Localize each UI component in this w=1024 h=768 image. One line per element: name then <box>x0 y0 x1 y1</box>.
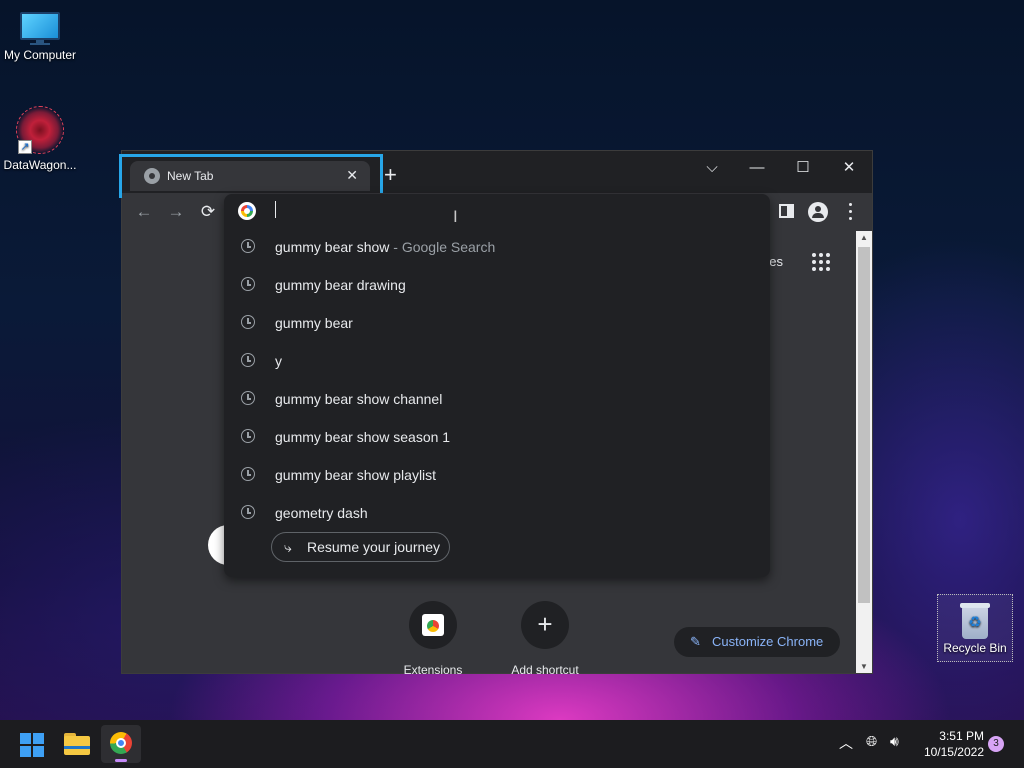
clock-date: 10/15/2022 <box>923 745 984 759</box>
clock-time: 3:51 PM <box>939 729 984 743</box>
scroll-up-icon[interactable]: ▲ <box>860 233 868 242</box>
desktop-icon-my-computer[interactable]: My Computer <box>0 10 80 62</box>
datawagon-icon: ↗ <box>16 106 64 154</box>
history-clock-icon <box>241 467 255 481</box>
apps-grid-icon[interactable] <box>812 253 830 271</box>
history-clock-icon <box>241 239 255 253</box>
history-clock-icon <box>241 277 255 291</box>
file-explorer-icon[interactable] <box>64 733 90 755</box>
new-tab-button[interactable]: + <box>384 163 397 187</box>
recycle-bin-icon: ♻ <box>960 601 990 639</box>
chrome-icon <box>110 732 132 754</box>
shortcut-add[interactable]: + Add shortcut <box>500 601 590 677</box>
chrome-taskbar-button[interactable] <box>101 725 141 763</box>
shortcut-label: Extensions <box>403 663 463 677</box>
omnibox-input[interactable]: I <box>224 194 770 228</box>
extensions-icon <box>422 614 444 636</box>
monitor-icon <box>18 10 62 45</box>
suggestion-item[interactable]: gummy bear show - Google Search <box>224 228 770 266</box>
suggestion-item[interactable]: gummy bear <box>224 304 770 342</box>
shortcut-extensions[interactable]: Extensions <box>388 601 478 677</box>
scroll-down-icon[interactable]: ▼ <box>860 662 868 671</box>
tab-search-button[interactable]: ⌵ <box>689 155 735 181</box>
plus-icon: + <box>537 609 553 639</box>
shortcut-arrow-icon: ↗ <box>18 140 32 154</box>
desktop-icon-label: My Computer <box>3 48 77 62</box>
scrollbar-thumb[interactable] <box>858 247 870 603</box>
tab-highlight-box <box>119 154 383 198</box>
reload-button[interactable]: ⟳ <box>197 201 219 223</box>
desktop-icon-label: DataWagon... <box>3 158 77 172</box>
suggestion-item[interactable]: geometry dash <box>224 494 770 532</box>
suggestion-item[interactable]: gummy bear show playlist <box>224 456 770 494</box>
resume-journey-chip[interactable]: ⤷ Resume your journey <box>271 532 450 562</box>
forward-button[interactable]: → <box>165 201 187 223</box>
desktop-icon-label: Recycle Bin <box>943 641 1007 655</box>
notification-badge[interactable]: 3 <box>988 736 1004 752</box>
desktop-icon-datawagon[interactable]: ↗ DataWagon... <box>0 106 80 172</box>
suggestion-item[interactable]: gummy bear show season 1 <box>224 418 770 456</box>
show-hidden-icons-chevron-icon[interactable]: ︿ <box>839 733 853 753</box>
page-scrollbar[interactable]: ▲ ▼ <box>856 231 872 673</box>
suggestion-text: gummy bear show season 1 <box>275 429 451 445</box>
taskbar: ︿ 🌐︎ 🔊︎ 3:51 PM 10/15/2022 3 <box>0 720 1024 768</box>
omnibox-dropdown: I gummy bear show - Google Search gummy … <box>224 194 770 577</box>
speaker-icon[interactable]: 🔊︎ <box>890 733 899 750</box>
suggestion-text: gummy bear drawing <box>275 277 406 293</box>
side-panel-icon[interactable] <box>779 204 794 218</box>
customize-chrome-button[interactable]: ✎ Customize Chrome <box>674 627 840 657</box>
history-clock-icon <box>241 315 255 329</box>
ibeam-cursor-icon: I <box>453 207 458 226</box>
history-clock-icon <box>241 505 255 519</box>
profile-avatar-icon[interactable] <box>808 202 828 222</box>
menu-kebab-icon[interactable] <box>849 203 853 221</box>
back-button[interactable]: ← <box>133 201 155 223</box>
customize-chrome-label: Customize Chrome <box>712 634 824 649</box>
maximize-button[interactable]: ☐ <box>780 155 826 181</box>
google-logo-icon <box>238 202 256 220</box>
shortcut-label: Add shortcut <box>511 663 579 677</box>
history-clock-icon <box>241 353 255 367</box>
active-indicator <box>115 759 127 762</box>
suggestion-text: geometry dash <box>275 505 368 521</box>
suggestion-list: gummy bear show - Google Search gummy be… <box>224 228 770 532</box>
network-globe-icon[interactable]: 🌐︎ <box>866 733 877 750</box>
history-clock-icon <box>241 391 255 405</box>
pencil-icon: ✎ <box>690 634 701 649</box>
close-window-button[interactable]: ✕ <box>826 155 872 181</box>
resume-journey-label: Resume your journey <box>307 539 441 555</box>
suggestion-text: gummy bear <box>275 315 353 331</box>
desktop-icon-recycle-bin[interactable]: ♻ Recycle Bin <box>937 594 1013 662</box>
journey-icon: ⤷ <box>284 539 292 555</box>
minimize-button[interactable]: — <box>734 155 780 181</box>
suggestion-text: gummy bear show <box>275 239 390 255</box>
text-caret <box>275 201 276 218</box>
history-clock-icon <box>241 429 255 443</box>
suggestion-item[interactable]: gummy bear drawing <box>224 266 770 304</box>
suggestion-item[interactable]: gummy bear show channel <box>224 380 770 418</box>
suggestion-text: gummy bear show channel <box>275 391 443 407</box>
suggestion-text: gummy bear show playlist <box>275 467 437 483</box>
suggestion-text: y <box>275 353 282 369</box>
taskbar-clock[interactable]: 3:51 PM 10/15/2022 <box>914 728 984 760</box>
title-bar[interactable]: New Tab ✕ + ⌵ — ☐ ✕ <box>119 151 872 198</box>
suggestion-item[interactable]: y <box>224 342 770 380</box>
suggestion-desc: - Google Search <box>389 239 496 255</box>
windows-start-icon[interactable] <box>20 733 44 757</box>
